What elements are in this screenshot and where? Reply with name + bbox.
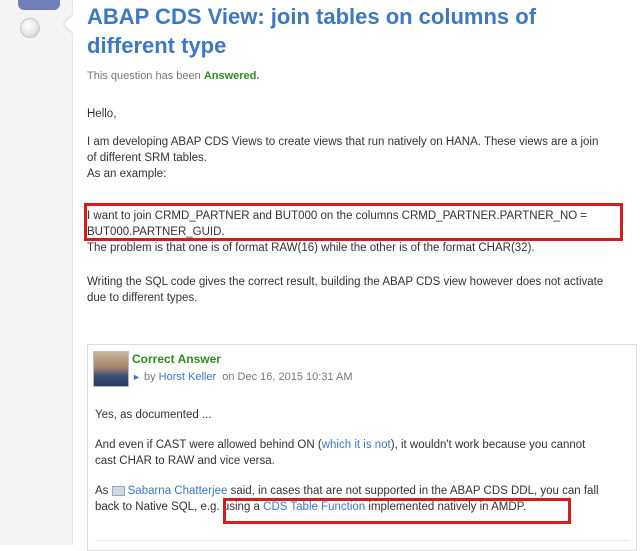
p2-text-before: And even if CAST were allowed behind ON … — [95, 439, 322, 451]
p3-text-after: said, in cases that are not supported in… — [230, 485, 599, 497]
sabarna-user-link[interactable]: Sabarna Chatterjee — [128, 485, 228, 497]
question-title: ABAP CDS View: join tables on columns of… — [87, 4, 537, 58]
correct-answer-label: Correct Answer — [132, 352, 221, 366]
p2-text-after: ), it wouldn't work because you cannot — [390, 439, 586, 451]
author-link[interactable]: Horst Keller — [159, 371, 216, 383]
highlight-box-join — [84, 203, 623, 241]
thread-bullet-icon — [20, 18, 40, 38]
which-it-is-not-link[interactable]: which it is not — [322, 439, 391, 451]
by-word: by — [143, 371, 156, 383]
sql-line-2: due to different types. — [87, 292, 198, 304]
reply-arrow-icon: ► — [132, 372, 141, 382]
answer-paragraph-1: Yes, as documented ... — [95, 409, 212, 421]
intro-line-1: I am developing ABAP CDS Views to create… — [87, 136, 599, 148]
answer-paragraph-2: And even if CAST were allowed behind ON … — [95, 437, 630, 469]
intro-line-2: of different SRM tables. — [87, 152, 207, 164]
sql-line-1: Writing the SQL code gives the correct r… — [87, 276, 604, 288]
intro-line-3: As an example: — [87, 168, 167, 180]
greeting-text: Hello, — [87, 108, 117, 120]
card-divider — [95, 540, 630, 541]
answer-date: on Dec 16, 2015 10:31 AM — [222, 371, 353, 383]
intro-paragraph: I am developing ABAP CDS Views to create… — [87, 134, 627, 182]
author-avatar[interactable] — [18, 0, 60, 10]
sql-paragraph: Writing the SQL code gives the correct r… — [87, 274, 627, 306]
user-profile-icon — [111, 485, 125, 496]
problem-line: The problem is that one is of format RAW… — [87, 242, 535, 254]
highlight-box-cds-table-function — [223, 498, 571, 524]
p3-as: As — [95, 485, 109, 497]
answer-author-avatar[interactable] — [93, 351, 129, 387]
left-gutter — [0, 0, 72, 545]
p2-line-2: cast CHAR to RAW and vice versa. — [95, 455, 275, 467]
status-answered: Answered. — [203, 70, 260, 82]
question-status: This question has been Answered. — [87, 70, 259, 82]
status-prefix: This question has been — [87, 70, 201, 82]
answer-byline: ► by Horst Keller on Dec 16, 2015 10:31 … — [132, 371, 353, 383]
panel-pointer-inner — [64, 15, 73, 33]
